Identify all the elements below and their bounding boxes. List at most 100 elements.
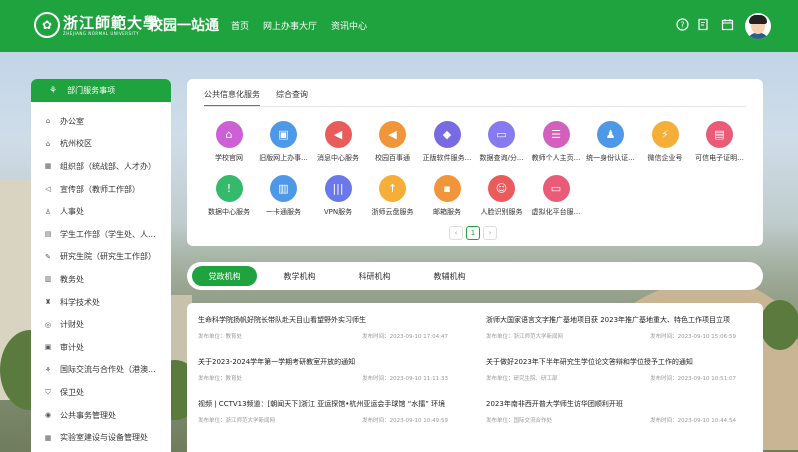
student-icon: ▤ [44, 230, 52, 239]
department-sidebar: ⚘ 部门服务事项 ⌂ 办公室 ⌂ 杭州校区 ▦ 组织部（统战部、人才办） ◁ 宣传部（教师工作… [31, 79, 171, 452]
sidebar-item[interactable]: ⚘ 国际交流与合作处（港澳... [31, 359, 171, 382]
news-title[interactable]: 生命科学院扬帆好院长带队赴天目山看望野外实习师生 [198, 315, 448, 325]
nav-home[interactable]: 首页 [231, 19, 249, 32]
news-time: 发布时间：2023-09-10 11:11:33 [362, 376, 448, 382]
news-time: 发布时间：2023-09-10 17:04:47 [362, 334, 448, 340]
service-item[interactable]: ◆ 正版软件服务... [417, 121, 477, 163]
service-item[interactable]: ▭ 数据查询/分... [472, 121, 532, 163]
sidebar-item-label: 计财处 [60, 320, 84, 330]
service-item[interactable]: ▣ 旧版网上办事... [254, 121, 314, 163]
service-label: VPN服务 [323, 208, 353, 216]
profile-icon: ☰ [542, 121, 570, 148]
sidebar-item[interactable]: ⌂ 办公室 [31, 110, 171, 133]
sidebar-item-label: 组织部（统战部、人才办） [60, 161, 156, 171]
top-nav: 首页 网上办事大厅 资讯中心 [231, 19, 381, 32]
save-icon: ▪ [433, 175, 461, 202]
service-item[interactable]: ☺ 人脸识别服务 [472, 175, 532, 217]
page-1-button[interactable]: 1 [466, 226, 480, 240]
globe-icon: ⚘ [44, 365, 52, 374]
cube-icon: ◆ [433, 121, 461, 148]
tab-teaching[interactable]: 教学机构 [267, 266, 332, 286]
service-item[interactable]: ◀ 消息中心服务 [308, 121, 368, 163]
announce-icon: ◀ [379, 121, 406, 148]
sidebar-item[interactable]: ♙ 人事处 [31, 200, 171, 223]
help-icon[interactable]: ? [675, 17, 689, 31]
edit-doc-icon[interactable] [696, 17, 710, 31]
news-item[interactable]: 关于做好2023年下半年研究生学位论文答辩和学位授予工作的通知 发布单位：研究生院… [486, 357, 736, 382]
sidebar-item[interactable]: ♜ 科学技术处 [31, 291, 171, 314]
service-label: 统一身份认证... [586, 154, 635, 162]
news-unit: 发布单位：教育处 [198, 376, 243, 382]
news-title[interactable]: 浙师大国家语言文字推广基地项目获 2023年推广基地重大、特色工作项目立项 [486, 315, 736, 325]
service-label: 数据中心服务 [208, 208, 250, 216]
service-item[interactable]: ! 数据中心服务 [199, 175, 259, 217]
certificate-icon: ▤ [706, 121, 733, 148]
service-item[interactable]: ▤ 可信电子证明... [690, 121, 750, 163]
sidebar-item[interactable]: ▣ 审计处 [31, 336, 171, 359]
sidebar-item[interactable]: ◉ 公共事务管理处 [31, 404, 171, 427]
shield-bolt-icon: ⚡ [651, 121, 679, 148]
sidebar-item[interactable]: ▥ 教务处 [31, 268, 171, 291]
service-label: 人脸识别服务 [480, 208, 523, 216]
news-title[interactable]: 视频 | CCTV13频道：[朝闻天下]浙江 亚运探馆•杭州亚运会手球馆 “水擂… [198, 399, 448, 409]
tab-comprehensive-query[interactable]: 综合查询 [276, 89, 308, 107]
nav-online-hall[interactable]: 网上办事大厅 [263, 19, 317, 32]
news-item[interactable]: 2023年南非西开普大学师生访华团顺利开班 发布单位：国际交流合作处 发布时间：20… [486, 399, 736, 424]
svg-text:?: ? [680, 20, 684, 29]
sidebar-item-label: 研究生院（研究生工作部） [60, 252, 156, 262]
tab-research[interactable]: 科研机构 [342, 266, 407, 286]
avatar[interactable] [745, 13, 771, 39]
shield-icon: ⛉ [45, 387, 51, 396]
sidebar-item-label: 国际交流与合作处（港澳... [60, 365, 156, 375]
person-icon: ♙ [44, 207, 52, 216]
sidebar-item[interactable]: ◎ 计财处 [31, 313, 171, 336]
sidebar-item[interactable]: ▦ 实验室建设与设备管理处 [31, 426, 171, 449]
sidebar-item[interactable]: ✎ 研究生院（研究生工作部） [31, 246, 171, 269]
tab-party-admin[interactable]: 党政机构 [192, 266, 257, 286]
nav-news-center[interactable]: 资讯中心 [331, 19, 367, 32]
sidebar-item[interactable]: ▦ 组织部（统战部、人才办） [31, 155, 171, 178]
news-item[interactable]: 生命科学院扬帆好院长带队赴天目山看望野外实习师生 发布单位：教育处 发布时间：202… [198, 315, 448, 340]
service-label: 正版软件服务... [422, 154, 472, 162]
service-item[interactable]: ▪ 邮箱服务 [417, 175, 477, 217]
sidebar-item[interactable]: ▤ 学生工作部（学生处、人... [31, 223, 171, 246]
alert-shield-icon: ! [215, 175, 243, 202]
university-name: 浙江師範大學 [63, 14, 160, 32]
service-item[interactable]: ▭ 虚拟化平台服... [526, 175, 586, 217]
university-logo-icon[interactable]: ✿ [34, 12, 60, 38]
service-item[interactable]: ⌂ 学校官网 [199, 121, 259, 163]
tab-divider [204, 106, 746, 107]
sidebar-item[interactable]: ⌂ 杭州校区 [31, 133, 171, 156]
service-item[interactable]: ⚡ 微信企业号 [635, 121, 695, 163]
tab-public-services[interactable]: 公共信息化服务 [204, 89, 260, 107]
news-title[interactable]: 关于做好2023年下半年研究生学位论文答辩和学位授予工作的通知 [486, 357, 736, 367]
news-item[interactable]: 浙师大国家语言文字推广基地项目获 2023年推广基地重大、特色工作项目立项 发布单… [486, 315, 736, 340]
sidebar-item-label: 教务处 [60, 274, 84, 284]
news-meta: 发布单位：研究生院、研工部 发布时间：2023-09-10 10:51:07 [486, 374, 736, 382]
sidebar-item-label: 人事处 [60, 207, 84, 217]
service-item[interactable]: ||| VPN服务 [308, 175, 368, 217]
next-page-button[interactable]: › [483, 226, 497, 240]
org-tree-icon: ⚘ [49, 85, 58, 96]
service-item[interactable]: ☰ 教师个人主页... [526, 121, 586, 163]
sidebar-item[interactable]: ⛉ 保卫处 [31, 381, 171, 404]
news-item[interactable]: 视频 | CCTV13频道：[朝闻天下]浙江 亚运探馆•杭州亚运会手球馆 “水擂… [198, 399, 448, 424]
sidebar-item[interactable]: ◁ 宣传部（教师工作部） [31, 178, 171, 201]
finance-icon: ◎ [44, 320, 52, 329]
news-item[interactable]: 关于2023-2024学年第一学期考研教室开放的通知发布单位：教育处 发布时间：2… [198, 357, 448, 382]
face-icon: ☺ [488, 175, 515, 202]
background-tree [760, 300, 798, 350]
service-item[interactable]: ♟ 统一身份认证... [581, 121, 641, 163]
service-item[interactable]: ▥ 一卡通服务 [254, 175, 314, 217]
service-item[interactable]: ↑ 浙师云盘服务 [363, 175, 423, 217]
tab-support[interactable]: 教辅机构 [417, 266, 482, 286]
news-meta: 发布单位：国际交流合作处 发布时间：2023-09-10 10:44:54 [486, 416, 736, 424]
news-time: 发布时间：2023-09-10 10:44:54 [650, 418, 736, 424]
news-title[interactable]: 关于2023-2024学年第一学期考研教室开放的通知 [198, 357, 448, 367]
news-title[interactable]: 2023年南非西开普大学师生访华团顺利开班 [486, 399, 736, 409]
service-item[interactable]: ◀ 校园百事通 [363, 121, 423, 163]
top-header: ✿ 浙江師範大學 ZHEJIANG NORMAL UNIVERSITY 校园一站… [0, 0, 798, 52]
calendar-icon[interactable] [720, 17, 734, 31]
prev-page-button[interactable]: ‹ [449, 226, 463, 240]
audit-icon: ▣ [44, 343, 52, 352]
